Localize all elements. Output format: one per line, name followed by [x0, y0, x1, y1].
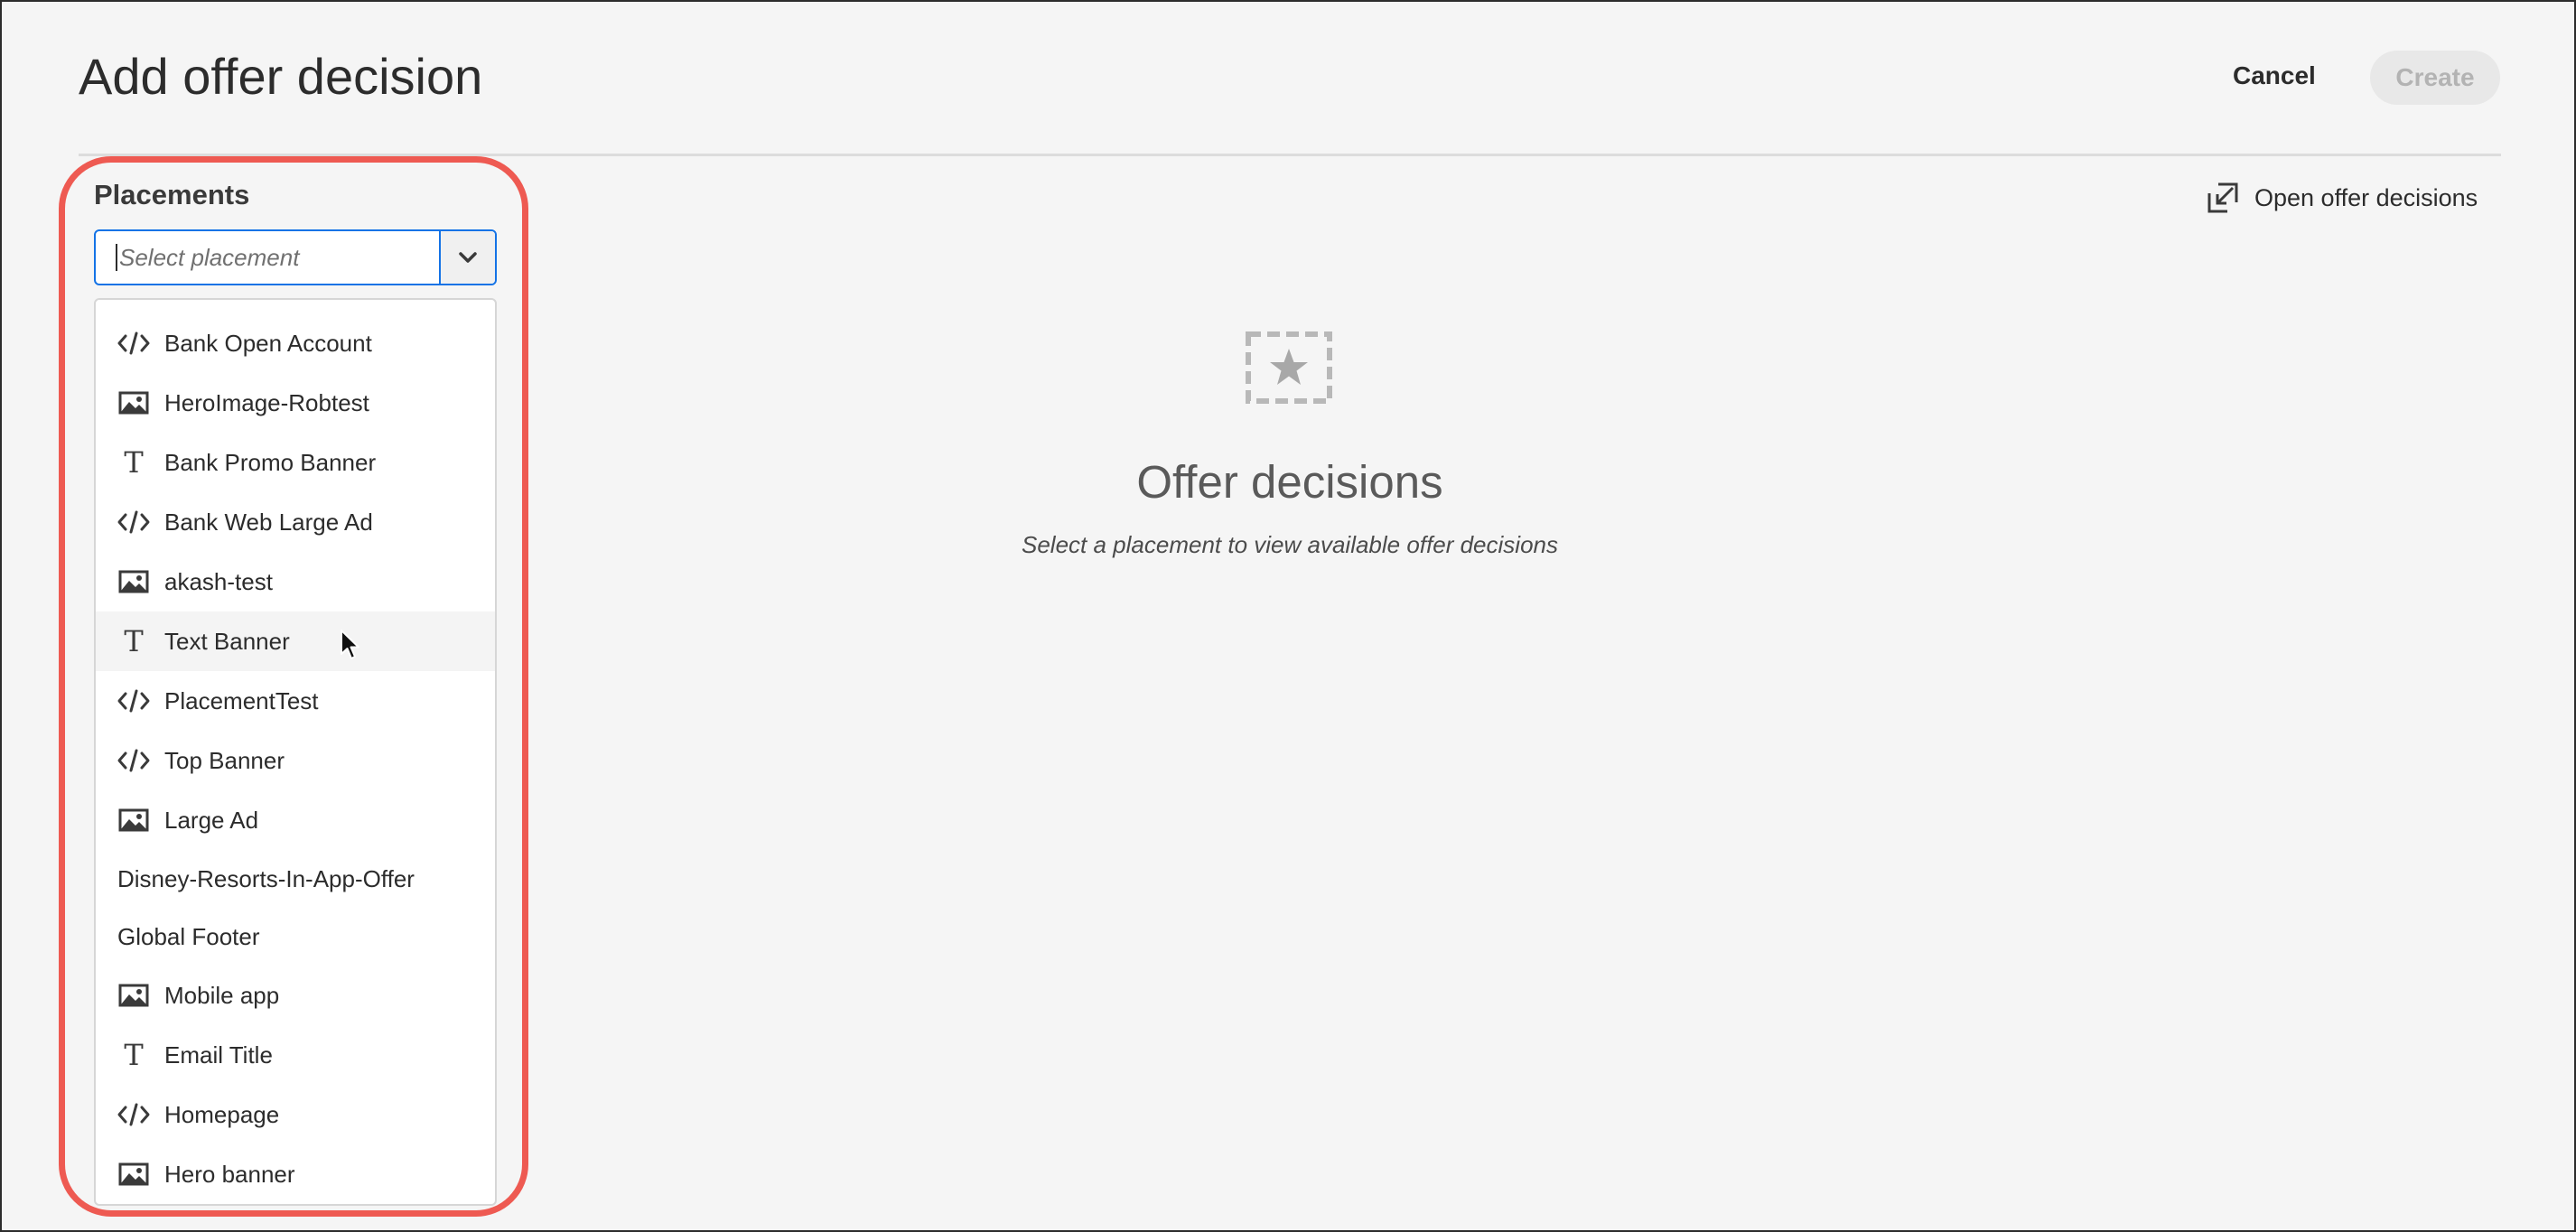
empty-state-subtitle: Select a placement to view available off… [1022, 531, 1558, 558]
placement-option[interactable]: T Bank Promo Banner [96, 433, 495, 492]
empty-state-title: Offer decisions [1136, 456, 1443, 508]
image-icon [117, 982, 150, 1009]
code-icon [117, 687, 150, 714]
offer-placeholder-icon [1246, 331, 1332, 404]
placement-option-label: Text Banner [164, 627, 290, 655]
placement-dropdown-list: Bank Open Account HeroImage-Robtest T Bank … [94, 298, 497, 1206]
placement-option-label: HeroImage-Robtest [164, 388, 369, 416]
open-in-icon [2207, 182, 2238, 213]
dropdown-toggle-button[interactable] [439, 231, 495, 284]
placement-option-label: Hero banner [164, 1160, 295, 1188]
placement-option[interactable]: Homepage [96, 1085, 495, 1144]
placement-option[interactable]: T Text Banner [96, 611, 495, 671]
placement-option-label: Email Title [164, 1041, 273, 1069]
placement-option-label: Homepage [164, 1100, 280, 1128]
app-window: Add offer decision Cancel Create Placeme… [0, 0, 2576, 1232]
placement-option-label: Mobile app [164, 981, 280, 1009]
image-icon [117, 1161, 150, 1188]
code-icon [117, 330, 150, 357]
create-button[interactable]: Create [2370, 51, 2500, 105]
placement-option[interactable]: Top Banner [96, 731, 495, 790]
placement-option[interactable]: Large Ad [96, 790, 495, 850]
placement-option[interactable]: akash-test [96, 552, 495, 611]
placement-option[interactable]: HeroImage-Robtest [96, 373, 495, 433]
chevron-down-icon [459, 252, 477, 263]
placement-option-label: Bank Open Account [164, 329, 372, 357]
placement-option[interactable]: Bank Open Account [96, 313, 495, 373]
placement-option[interactable]: Mobile app [96, 966, 495, 1025]
image-icon [117, 807, 150, 834]
image-icon [117, 568, 150, 595]
placement-option[interactable]: PlacementTest [96, 671, 495, 731]
open-offer-decisions-link[interactable]: Open offer decisions [2206, 181, 2478, 215]
text-icon: T [124, 445, 144, 480]
placement-option-label: Bank Promo Banner [164, 448, 377, 476]
text-icon: T [124, 1038, 144, 1072]
placement-option[interactable]: Global Footer [96, 908, 495, 966]
placement-option-label: PlacementTest [164, 686, 319, 714]
placement-option[interactable]: Bank Web Large Ad [96, 492, 495, 552]
placement-option-label: Top Banner [164, 746, 285, 774]
placement-option-label: Bank Web Large Ad [164, 508, 373, 536]
placement-option[interactable]: Hero banner [96, 1144, 495, 1204]
placement-option[interactable]: Disney-Resorts-In-App-Offer [96, 850, 495, 908]
placement-combobox[interactable] [94, 229, 497, 285]
code-icon [117, 509, 150, 536]
placement-option-label: Global Footer [117, 922, 260, 950]
placement-option-label: Large Ad [164, 806, 259, 834]
text-icon: T [124, 624, 144, 658]
mouse-cursor-icon [341, 630, 359, 659]
page-title: Add offer decision [79, 48, 483, 105]
placement-option[interactable]: T Email Title [96, 1025, 495, 1085]
open-offer-decisions-label: Open offer decisions [2254, 183, 2478, 211]
placement-option-label: akash-test [164, 567, 273, 595]
code-icon [117, 1101, 150, 1128]
placement-search-input[interactable] [116, 244, 439, 271]
image-icon [117, 389, 150, 416]
cancel-button[interactable]: Cancel [2233, 58, 2316, 94]
code-icon [117, 747, 150, 774]
placement-option-label: Disney-Resorts-In-App-Offer [117, 864, 415, 892]
placements-label: Placements [94, 179, 250, 210]
